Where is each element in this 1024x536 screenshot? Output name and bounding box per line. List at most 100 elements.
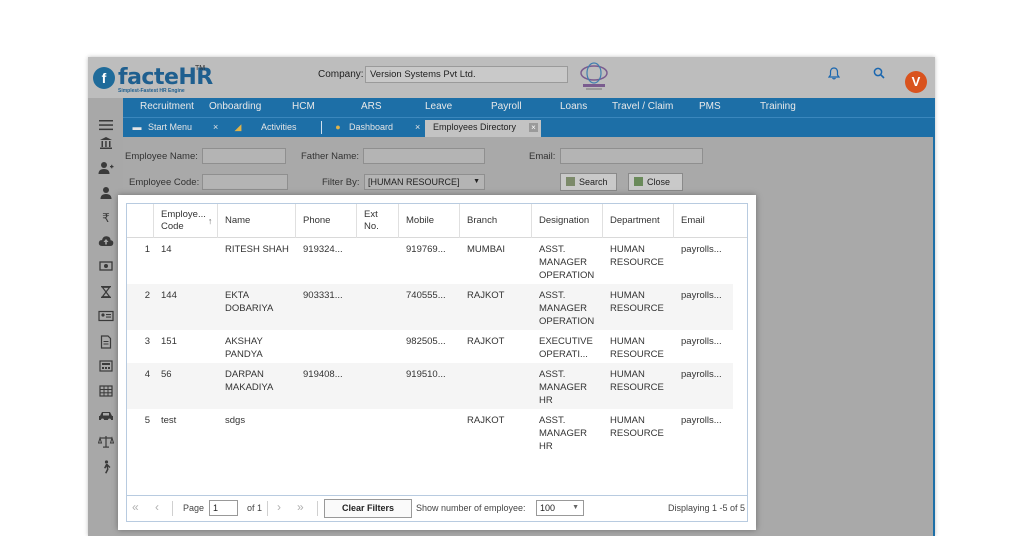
cell-email: payrolls... (681, 369, 722, 380)
cell-designation: ASST. MANAGER OPERATION (539, 244, 595, 281)
cell-phone: 919408... (303, 369, 343, 380)
sort-ascending-icon[interactable]: ↑ (208, 215, 213, 227)
tab-activities-label: Activities (261, 122, 297, 132)
search-button[interactable]: Search (560, 173, 617, 191)
page-size-select[interactable]: 100 ▼ (536, 500, 584, 516)
rupee-icon[interactable]: ₹ (97, 210, 115, 226)
table-row[interactable]: 1 14 RITESH SHAH 919324... 919769... MUM… (127, 238, 733, 284)
clear-filters-button[interactable]: Clear Filters (324, 499, 412, 518)
tab-activities[interactable]: ◢ Activities (233, 120, 297, 137)
walking-person-icon[interactable] (97, 460, 115, 476)
cell-name: sdgs (225, 415, 246, 426)
filter-form: Employee Name: Father Name: Email: Emplo… (123, 137, 935, 197)
cash-icon[interactable] (97, 260, 115, 276)
next-page-icon[interactable]: › (277, 500, 281, 514)
right-edge-strip (933, 137, 935, 536)
company-field[interactable]: Version Systems Pvt Ltd. (365, 66, 568, 83)
column-header-name[interactable]: Name (218, 204, 296, 238)
tab-employees-directory[interactable]: Employees Directory × (425, 120, 541, 137)
column-header-label: Employe... Code (161, 209, 206, 232)
table-row[interactable]: 3 151 AKSHAY PANDYA 982505... RAJKOT EXE… (127, 330, 733, 363)
bell-icon[interactable] (827, 67, 841, 83)
nav-travel-claim[interactable]: Travel / Claim (612, 101, 673, 112)
cell-name: AKSHAY PANDYA (225, 336, 263, 360)
user-icon[interactable] (97, 186, 115, 202)
user-avatar[interactable]: V (905, 71, 927, 93)
previous-page-icon[interactable]: ‹ (155, 500, 159, 514)
employee-grid: Employe... Code ↑ Name Phone Ext No. Mobil… (126, 203, 748, 522)
table-row[interactable]: 4 56 DARPAN MAKADIYA 919408... 919510...… (127, 363, 733, 409)
nav-training[interactable]: Training (760, 101, 796, 112)
row-number: 5 (144, 415, 150, 426)
filter-by-select[interactable]: [HUMAN RESOURCE] ▼ (364, 174, 485, 190)
email-label: Email: (529, 151, 556, 162)
tab-start-menu-label: Start Menu (148, 122, 193, 132)
nav-payroll[interactable]: Payroll (491, 101, 522, 112)
father-name-input[interactable] (363, 148, 485, 164)
bank-icon[interactable] (97, 136, 115, 152)
nav-onboarding[interactable]: Onboarding (209, 101, 261, 112)
row-number: 2 (144, 290, 150, 301)
nav-loans[interactable]: Loans (560, 101, 587, 112)
grid-header: Employe... Code ↑ Name Phone Ext No. Mobil… (127, 204, 747, 238)
hamburger-menu-icon[interactable] (97, 118, 115, 134)
id-card-icon[interactable] (97, 310, 115, 326)
pager-separator (267, 501, 268, 516)
nav-recruitment[interactable]: Recruitment (140, 101, 194, 112)
nav-hcm[interactable]: HCM (292, 101, 315, 112)
last-page-icon[interactable]: » (297, 500, 304, 514)
vertical-scrollbar[interactable] (733, 238, 747, 495)
table-row[interactable]: 5 test sdgs RAJKOT ASST. MANAGER HR HUMA… (127, 409, 733, 455)
tab-dashboard[interactable]: ● Dashboard (333, 120, 393, 137)
column-header-mobile[interactable]: Mobile (399, 204, 460, 238)
add-user-icon[interactable] (97, 161, 115, 177)
tab-start-menu[interactable]: ▬ Start Menu (132, 120, 193, 137)
column-header-phone[interactable]: Phone (296, 204, 357, 238)
column-header-employee-code[interactable]: Employe... Code ↑ (154, 204, 218, 238)
row-number: 4 (144, 369, 150, 380)
page-number-input[interactable]: 1 (209, 500, 238, 516)
email-input[interactable] (560, 148, 703, 164)
tab-close-icon[interactable]: × (213, 120, 218, 137)
document-icon[interactable] (97, 335, 115, 351)
car-icon[interactable] (97, 410, 115, 426)
tab-close-icon[interactable]: × (529, 123, 538, 132)
column-header-branch[interactable]: Branch (460, 204, 532, 238)
cell-designation: ASST. MANAGER HR (539, 415, 588, 452)
employee-code-input[interactable] (202, 174, 288, 190)
close-button[interactable]: Close (628, 173, 683, 191)
cell-designation: EXECUTIVE OPERATI... (539, 336, 593, 360)
tab-bar: ▬ Start Menu × ◢ Activities ● Dashboard × E… (123, 117, 935, 137)
pager-separator (172, 501, 173, 516)
tab-close-icon[interactable]: × (415, 120, 420, 137)
cell-name: DARPAN MAKADIYA (225, 369, 274, 393)
cell-name: RITESH SHAH (225, 244, 289, 255)
column-header-designation[interactable]: Designation (532, 204, 603, 238)
column-header-ext-no[interactable]: Ext No. (357, 204, 399, 238)
nav-ars[interactable]: ARS (361, 101, 382, 112)
table-row[interactable]: 2 144 EKTA DOBARIYA 903331... 740555... … (127, 284, 733, 330)
cell-employee-code: test (161, 415, 177, 426)
nav-leave[interactable]: Leave (425, 101, 452, 112)
company-logo (578, 62, 610, 92)
nav-pms[interactable]: PMS (699, 101, 721, 112)
column-header-label: Ext No. (364, 209, 379, 232)
cell-email: payrolls... (681, 290, 722, 301)
scales-icon[interactable] (97, 435, 115, 451)
search-icon[interactable] (873, 67, 885, 82)
cloud-upload-icon[interactable] (97, 235, 115, 251)
first-page-icon[interactable]: « (132, 500, 139, 514)
cell-employee-code: 151 (161, 336, 177, 347)
row-number: 1 (144, 244, 150, 255)
logo-tagline: Simplest-Fastest HR Engine (118, 88, 185, 94)
employee-name-input[interactable] (202, 148, 286, 164)
table-icon[interactable] (97, 385, 115, 401)
calculator-icon[interactable] (97, 360, 115, 376)
module-nav-bar: Recruitment Onboarding HCM ARS Leave Pay… (123, 98, 935, 117)
column-header-email[interactable]: Email (674, 204, 747, 238)
cell-branch: MUMBAI (467, 244, 505, 255)
facthr-logo[interactable]: f facteHR TM Simplest-Fastest HR Engine (93, 65, 213, 95)
column-header-department[interactable]: Department (603, 204, 674, 238)
hourglass-icon[interactable] (97, 285, 115, 301)
cell-mobile: 919769... (406, 244, 446, 255)
